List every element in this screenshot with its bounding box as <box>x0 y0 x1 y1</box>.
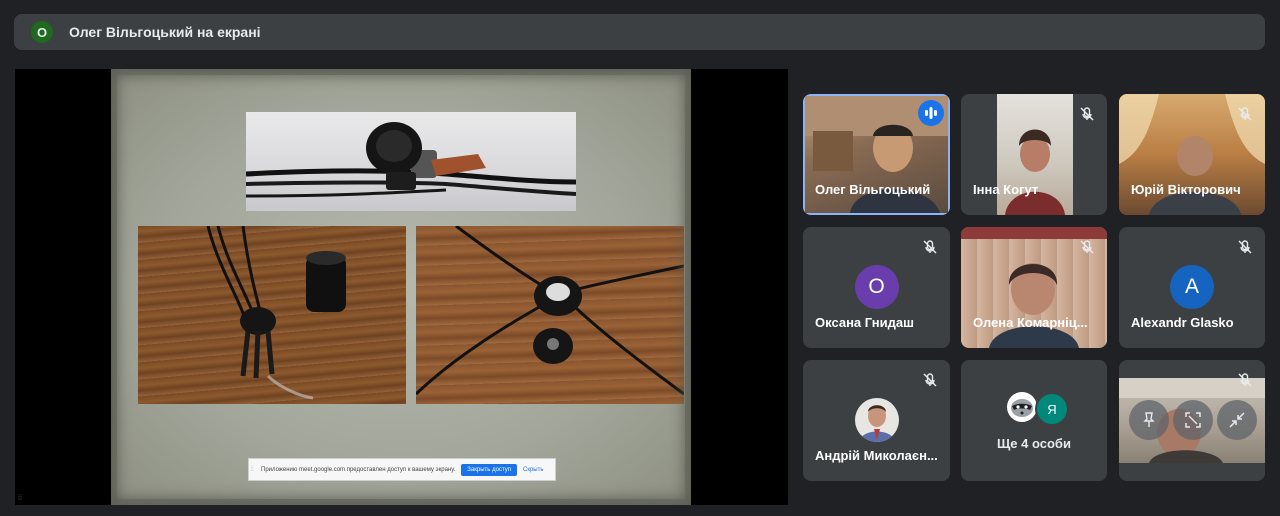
participant-name: Андрій Миколаєн... <box>815 448 938 463</box>
presentation-slide: ⁞ Приложению meet.google.com предоставле… <box>111 69 691 505</box>
mic-off-icon <box>1233 235 1257 259</box>
more-participants-tile[interactable]: Я Ще 4 особи <box>961 360 1107 481</box>
presenting-title: Олег Вільгоцький на екрані <box>69 24 261 40</box>
notification-message: Приложению meet.google.com предоставлен … <box>261 466 456 473</box>
participant-name: Юрій Вікторович <box>1131 182 1241 197</box>
hide-notification-link[interactable]: Скрыть <box>523 467 543 473</box>
participant-tile-oksana[interactable]: О Оксана Гнидаш <box>803 227 950 348</box>
presenter-avatar: О <box>31 21 53 43</box>
participant-tile-inna[interactable]: Інна Когут <box>961 94 1107 215</box>
participant-avatar: О <box>854 265 899 309</box>
participant-name: Олег Вільгоцький <box>815 182 931 197</box>
participant-name: Олена Комарніц... <box>973 315 1088 330</box>
participant-avatar: Я <box>1035 392 1069 426</box>
raccoon-avatar-icon <box>1007 392 1037 422</box>
minimize-icon[interactable] <box>1217 400 1257 440</box>
lamp-socket-photo <box>138 226 406 404</box>
fullscreen-icon[interactable] <box>1173 400 1213 440</box>
participant-tile-andrii[interactable]: Андрій Миколаєн... <box>803 360 950 481</box>
participant-name: Alexandr Glasko <box>1131 315 1234 330</box>
mic-off-icon <box>918 235 942 259</box>
participant-tile-oleh[interactable]: Олег Вільгоцький <box>803 94 950 215</box>
mic-off-icon <box>1075 102 1099 126</box>
participant-name: Оксана Гнидаш <box>815 315 914 330</box>
mic-off-icon <box>1233 368 1257 392</box>
lamp-holder-photo <box>416 226 684 404</box>
cable-photo-top <box>246 112 576 211</box>
participant-tile-olena[interactable]: Олена Комарніц... <box>961 227 1107 348</box>
participant-tile-yurii[interactable]: Юрій Вікторович <box>1119 94 1265 215</box>
drag-handle-icon[interactable]: ⁞ <box>251 466 259 473</box>
mic-off-icon <box>918 368 942 392</box>
expand-icon[interactable]: ⁞⁞ <box>18 495 22 502</box>
tile-overlay-controls <box>1129 400 1257 440</box>
mic-off-icon <box>1075 235 1099 259</box>
more-participants-avatars: Я <box>1007 392 1069 426</box>
self-view-tile[interactable] <box>1119 360 1265 481</box>
shared-screen[interactable]: ⁞ Приложению meet.google.com предоставле… <box>15 69 788 505</box>
participant-avatar: A <box>1170 265 1214 309</box>
speaking-indicator-icon <box>918 100 944 126</box>
mic-off-icon <box>1233 102 1257 126</box>
participant-tile-alexandr[interactable]: A Alexandr Glasko <box>1119 227 1265 348</box>
pin-icon[interactable] <box>1129 400 1169 440</box>
presenting-banner: О Олег Вільгоцький на екрані <box>14 14 1265 50</box>
stop-sharing-button[interactable]: Закрыть доступ <box>461 463 517 476</box>
participant-photo-avatar <box>854 398 899 442</box>
screen-share-notification: ⁞ Приложению meet.google.com предоставле… <box>248 458 556 481</box>
more-participants-label: Ще 4 особи <box>997 436 1071 451</box>
participant-name: Інна Когут <box>973 182 1039 197</box>
